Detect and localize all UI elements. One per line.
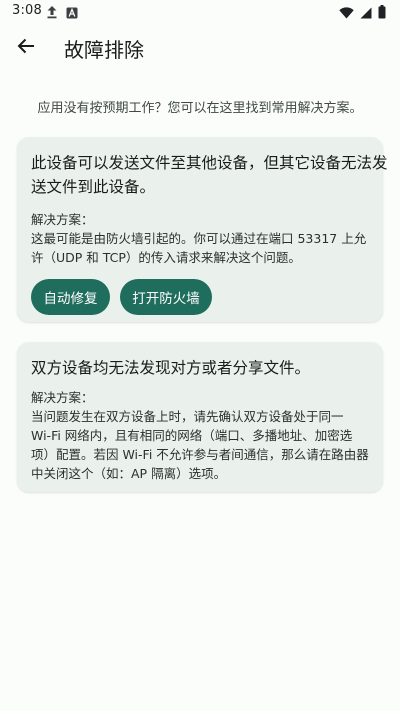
solution-text-line: Wi-Fi 网络内，且有相同的网络（端口、多播地址、加密选 — [31, 428, 353, 443]
solution-text-line: 许（UDP 和 TCP）的传入请求来解决这个问题。 — [31, 250, 301, 265]
app-bar: 故障排除 — [0, 24, 400, 80]
card-title: 双方设备均无法发现对方或者分享文件。 — [31, 356, 369, 380]
solution-text-line: 中关闭这个（如：AP 隔离）选项。 — [31, 466, 227, 481]
troubleshoot-card-firewall: 此设备可以发送文件至其他设备，但其它设备无法发 送文件到此设备。 解决方案： 这… — [17, 137, 388, 322]
status-time: 3:08 — [12, 3, 42, 18]
card-actions: 自动修复 打开防火墙 — [31, 279, 369, 315]
status-bar: 3:08 — [0, 0, 400, 24]
open-firewall-button[interactable]: 打开防火墙 — [120, 279, 212, 315]
solution-label: 解决方案： — [31, 212, 94, 227]
wifi-icon — [339, 4, 354, 23]
troubleshoot-card-discovery: 双方设备均无法发现对方或者分享文件。 解决方案： 当问题发生在双方设备上时，请先… — [17, 342, 383, 492]
upload-icon — [46, 4, 58, 23]
cellular-icon — [360, 4, 372, 23]
card-solution: 解决方案： 当问题发生在双方设备上时，请先确认双方设备处于同一 Wi-Fi 网络… — [31, 388, 369, 483]
solution-text-line: 当问题发生在双方设备上时，请先确认双方设备处于同一 — [31, 409, 344, 424]
status-notifications — [46, 4, 78, 23]
card-solution: 解决方案： 这最可能是由防火墙引起的。你可以通过在端口 53317 上允 许（U… — [31, 210, 369, 267]
back-button[interactable] — [10, 32, 42, 64]
arrow-back-icon — [17, 37, 35, 59]
auto-fix-button[interactable]: 自动修复 — [31, 279, 110, 315]
page-title: 故障排除 — [64, 38, 144, 62]
notification-a-icon — [66, 4, 78, 23]
solution-label: 解决方案： — [31, 390, 94, 405]
card-title-line: 双方设备均无法发现对方或者分享文件。 — [31, 359, 311, 377]
card-title-line: 此设备可以发送文件至其他设备，但其它设备无法发 — [31, 154, 388, 172]
status-system-icons — [339, 4, 386, 23]
battery-icon — [378, 4, 386, 23]
solution-text-line: 项）配置。若因 Wi-Fi 不允许参与者间通信，那么请在路由器 — [31, 447, 369, 462]
solution-text-line: 这最可能是由防火墙引起的。你可以通过在端口 53317 上允 — [31, 231, 367, 246]
card-title-line: 送文件到此设备。 — [31, 178, 156, 196]
card-title: 此设备可以发送文件至其他设备，但其它设备无法发 送文件到此设备。 — [31, 151, 388, 199]
intro-text: 应用没有按预期工作？您可以在这里找到常用解决方案。 — [37, 101, 363, 116]
